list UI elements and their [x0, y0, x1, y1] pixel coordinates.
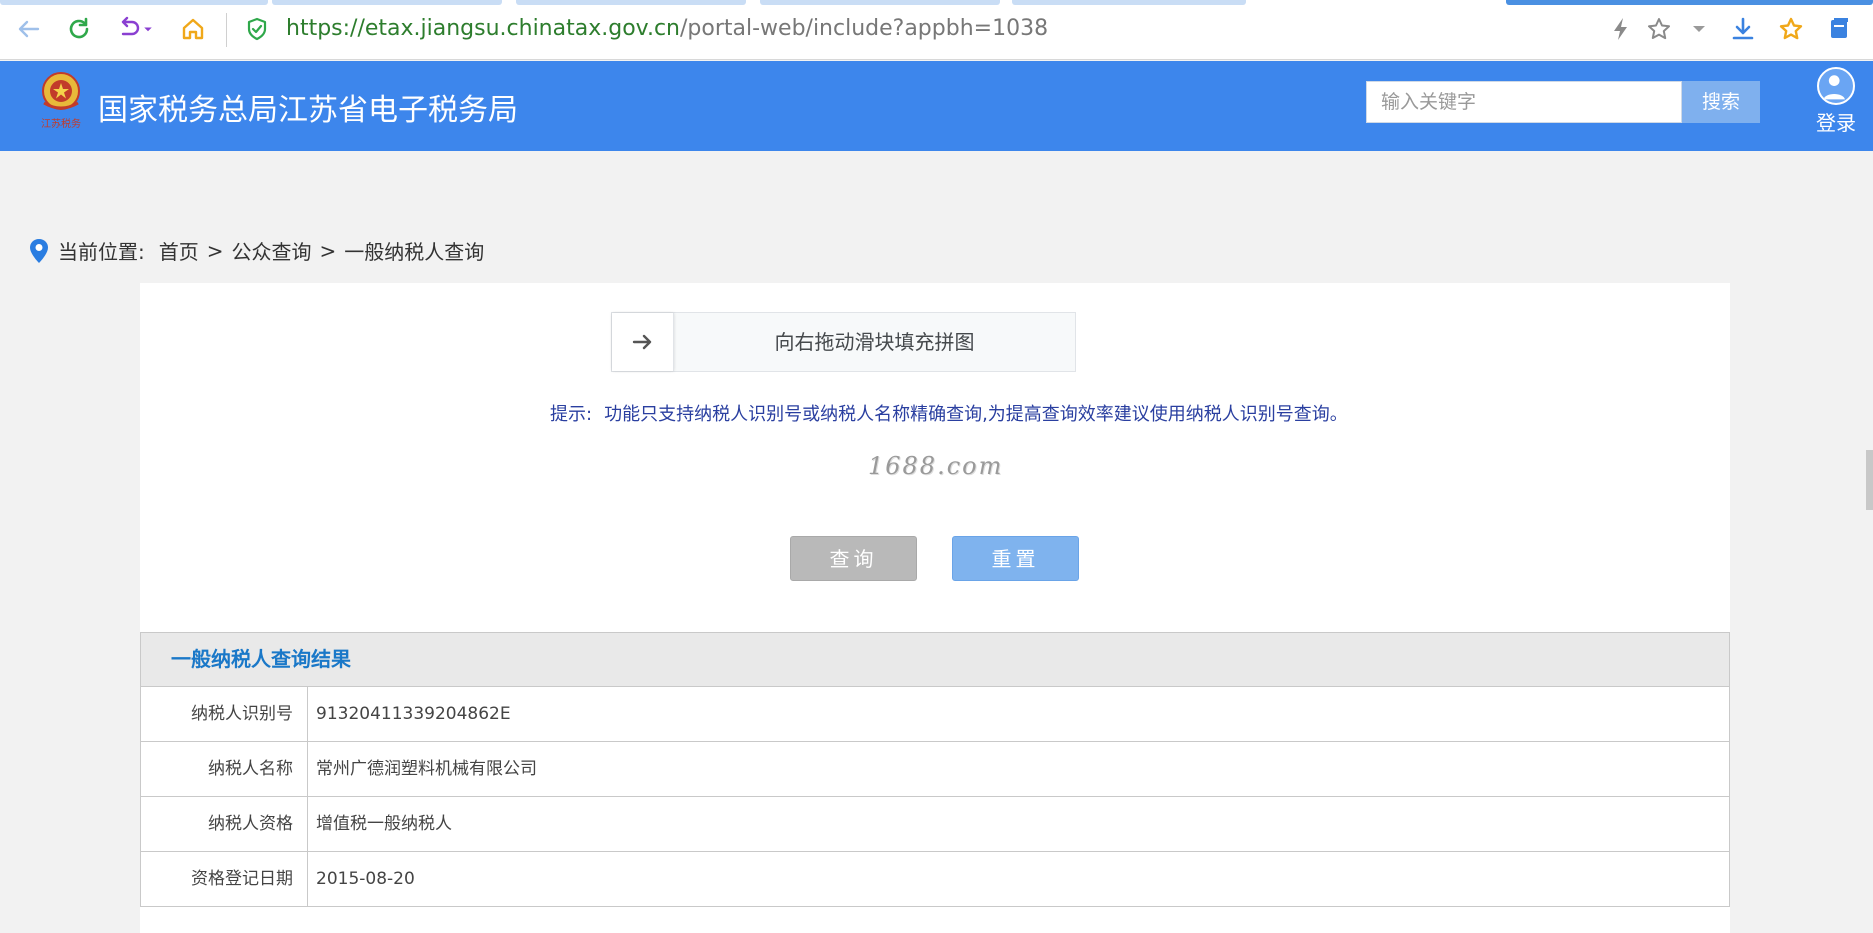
- table-row: 纳税人资格 增值税一般纳税人: [140, 797, 1730, 852]
- tax-emblem-logo[interactable]: 江苏税务: [36, 69, 86, 131]
- search-button[interactable]: 搜索: [1682, 81, 1760, 123]
- user-avatar-icon: [1817, 67, 1855, 105]
- slider-handle[interactable]: [612, 313, 674, 371]
- tip-label: 提示:: [550, 404, 593, 425]
- query-button[interactable]: 查询: [790, 536, 917, 581]
- lightning-icon[interactable]: [1606, 14, 1636, 44]
- slider-hint: 向右拖动滑块填充拼图: [774, 330, 975, 354]
- reset-button[interactable]: 重置: [952, 536, 1079, 581]
- row-value: 91320411339204862E: [316, 704, 511, 724]
- row-value: 增值税一般纳税人: [316, 814, 452, 834]
- shield-icon[interactable]: [242, 14, 272, 44]
- tab-strip: [0, 0, 1873, 5]
- tab[interactable]: [760, 0, 1000, 5]
- table-row: 资格登记日期 2015-08-20: [140, 852, 1730, 907]
- tab-active[interactable]: [1506, 0, 1873, 5]
- tip-text: 功能只支持纳税人识别号或纳税人名称精确查询,为提高查询效率建议使用纳税人识别号查…: [604, 404, 1348, 425]
- scrollbar[interactable]: [1866, 450, 1873, 510]
- login-label: 登录: [1816, 111, 1856, 135]
- row-value: 常州广德润塑料机械有限公司: [316, 759, 537, 779]
- star-icon[interactable]: [1644, 14, 1674, 44]
- collections-icon[interactable]: [1824, 14, 1854, 44]
- breadcrumb-separator: >: [206, 238, 224, 263]
- site-title: 国家税务总局江苏省电子税务局: [98, 93, 518, 128]
- dropdown-icon[interactable]: [1684, 14, 1714, 44]
- home-icon[interactable]: [178, 14, 208, 44]
- query-tip: 提示: 功能只支持纳税人识别号或纳税人名称精确查询,为提高查询效率建议使用纳税人识…: [550, 400, 1348, 426]
- breadcrumb-current: 一般纳税人查询: [344, 240, 485, 264]
- divider: [226, 13, 227, 47]
- watermark: 1688.com: [868, 452, 1004, 480]
- tab[interactable]: [272, 0, 502, 5]
- table-row: 纳税人名称 常州广德润塑料机械有限公司: [140, 742, 1730, 797]
- address-bar[interactable]: https://etax.jiangsu.chinatax.gov.cn/por…: [286, 16, 1048, 41]
- breadcrumb-prefix: 当前位置:: [58, 240, 145, 264]
- url-path: /portal-web/include?appbh=1038: [680, 16, 1049, 41]
- arrow-right-icon: [632, 334, 651, 350]
- favorites-icon[interactable]: [1776, 14, 1806, 44]
- back-icon[interactable]: [14, 14, 44, 44]
- chevron-down-icon[interactable]: [140, 14, 156, 44]
- row-key: 纳税人名称: [141, 742, 308, 796]
- breadcrumb-home[interactable]: 首页: [159, 236, 199, 265]
- tab[interactable]: [516, 0, 746, 5]
- breadcrumb-separator: >: [319, 238, 337, 263]
- result-table: 一般纳税人查询结果 纳税人识别号 91320411339204862E 纳税人名…: [140, 632, 1730, 907]
- breadcrumb: 当前位置: 首页 > 公众查询 > 一般纳税人查询: [28, 236, 484, 265]
- breadcrumb-public-query[interactable]: 公众查询: [232, 236, 312, 265]
- tab[interactable]: [0, 0, 268, 5]
- row-key: 资格登记日期: [141, 852, 308, 906]
- download-icon[interactable]: [1728, 14, 1758, 44]
- result-title: 一般纳税人查询结果: [140, 632, 1730, 687]
- location-pin-icon: [30, 238, 48, 263]
- login-button[interactable]: 登录: [1808, 67, 1864, 136]
- table-row: 纳税人识别号 91320411339204862E: [140, 687, 1730, 742]
- browser-toolbar: https://etax.jiangsu.chinatax.gov.cn/por…: [0, 0, 1873, 60]
- search-input[interactable]: 输入关键字: [1366, 81, 1682, 123]
- refresh-icon[interactable]: [64, 14, 94, 44]
- captcha-slider[interactable]: 向右拖动滑块填充拼图: [611, 312, 1076, 372]
- row-key: 纳税人识别号: [141, 687, 308, 741]
- logo-text: 江苏税务: [41, 117, 81, 130]
- url-prefix: https://: [286, 16, 365, 41]
- row-key: 纳税人资格: [141, 797, 308, 851]
- row-value: 2015-08-20: [316, 869, 415, 889]
- tab[interactable]: [1012, 0, 1246, 5]
- site-header: 江苏税务 国家税务总局江苏省电子税务局 输入关键字 搜索 登录: [0, 61, 1873, 151]
- url-host: etax.jiangsu.chinatax.gov.cn: [364, 16, 680, 41]
